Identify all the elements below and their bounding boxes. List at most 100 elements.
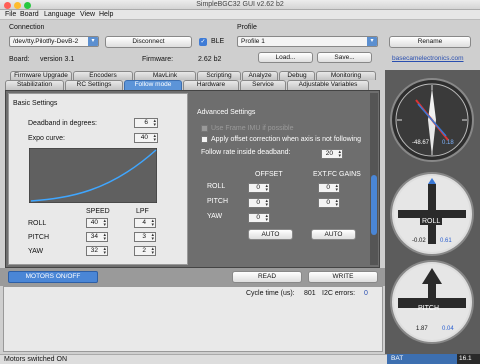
ble-checkbox[interactable]: ✓ [199, 38, 207, 46]
follow-rate-spinner[interactable]: 20 ▴ ▾ [321, 149, 343, 159]
tab-rc-settings[interactable]: RC Settings [65, 80, 123, 90]
save-button[interactable]: Save... [317, 52, 372, 63]
console-area: Cycle time (us): 801 I2C errors: 0 [3, 286, 383, 352]
menu-help[interactable]: Help [99, 11, 113, 18]
battery-label: BAT [391, 355, 404, 362]
spinner-arrows-icon[interactable]: ▴ ▾ [265, 199, 268, 208]
use-frame-imu-label: Use Frame IMU if possible [211, 125, 294, 132]
tab-analyze[interactable]: Analyze [242, 71, 278, 80]
compass-icon [395, 83, 469, 157]
roll-value: -0.02 [412, 238, 426, 244]
menu-file[interactable]: File [5, 11, 16, 18]
roll-offset-spinner[interactable]: 0 ▴ ▾ [248, 183, 270, 193]
roll-attitude-icon [394, 176, 470, 252]
website-link[interactable]: basecamelectronics.com [392, 55, 464, 62]
ble-label: BLE [211, 38, 225, 45]
port-value: /dev/tty.Pilotfly-DevB-2 [13, 38, 79, 45]
write-button[interactable]: WRITE [308, 271, 378, 283]
pitch-lpf-spinner[interactable]: 3 ▴ ▾ [134, 232, 156, 242]
read-button[interactable]: READ [232, 271, 302, 283]
spinner-arrows-icon[interactable]: ▴ ▾ [265, 214, 268, 223]
tab-firmware-upgrade[interactable]: Firmware Upgrade [10, 71, 72, 80]
menu-view[interactable]: View [80, 11, 95, 18]
follow-mode-panel: Basic Settings Deadband in degrees: 6 ▴ ▾ … [5, 90, 380, 268]
tab-hardware[interactable]: Hardware [183, 80, 239, 90]
tab-follow-mode[interactable]: Follow mode [124, 80, 182, 90]
yaw-offset-spinner[interactable]: 0 ▴ ▾ [248, 213, 270, 223]
auto-offset-button[interactable]: AUTO [248, 229, 293, 240]
profile-select[interactable]: Profile 1 ▾ [237, 36, 378, 47]
spinner-arrows-icon[interactable]: ▴ ▾ [103, 233, 106, 242]
tab-adjustable-variables[interactable]: Adjustable Variables [287, 80, 369, 90]
tab-mavlink[interactable]: MavLink [134, 71, 196, 80]
tab-stabilization[interactable]: Stabilization [5, 80, 64, 90]
deadband-spinner[interactable]: 6 ▴ ▾ [134, 118, 158, 128]
menu-bar: File Board Language View Help [0, 10, 480, 20]
battery-indicator: BAT 16.1 [387, 354, 480, 364]
yaw-value-2: 0.18 [442, 140, 454, 146]
tab-debug[interactable]: Debug [279, 71, 315, 80]
yaw-label: YAW [28, 248, 44, 255]
spinner-arrows-icon[interactable]: ▴ ▾ [338, 150, 341, 159]
scrollbar-thumb[interactable] [371, 175, 377, 235]
menu-language[interactable]: Language [44, 11, 75, 18]
top-area: Connection /dev/tty.Pilotfly-DevB-2 ▾ Di… [0, 21, 480, 69]
spinner-arrows-icon[interactable]: ▴ ▾ [265, 184, 268, 193]
port-select[interactable]: /dev/tty.Pilotfly-DevB-2 ▾ [9, 36, 99, 47]
yaw-speed-spinner[interactable]: 32 ▴ ▾ [86, 246, 108, 256]
load-button[interactable]: Load... [258, 52, 313, 63]
apply-offset-checkbox[interactable] [201, 136, 208, 143]
yaw-gauge: -48.67 0.18 [390, 78, 474, 162]
spinner-arrows-icon[interactable]: ▴ ▾ [151, 233, 154, 242]
roll-offset-value: 0 [256, 184, 260, 191]
use-frame-imu-checkbox[interactable] [201, 125, 208, 132]
panel-scrollbar[interactable] [370, 93, 378, 265]
cycle-time-value: 801 [304, 290, 316, 297]
spinner-arrows-icon[interactable]: ▴ ▾ [151, 219, 154, 228]
auto-ext-gains-button[interactable]: AUTO [311, 229, 356, 240]
apply-offset-label: Apply offset correction when axis is not… [211, 136, 362, 143]
roll-lpf-spinner[interactable]: 4 ▴ ▾ [134, 218, 156, 228]
menu-board[interactable]: Board [20, 11, 39, 18]
roll-label: ROLL [28, 220, 47, 227]
spinner-arrows-icon[interactable]: ▴ ▾ [335, 199, 338, 208]
tab-service[interactable]: Service [240, 80, 286, 90]
ext-fc-gains-header: EXT.FC GAINS [313, 171, 361, 178]
pitch-value-2: 0.04 [442, 326, 454, 332]
window-title: SimpleBGC32 GUI v2.62 b2 [196, 1, 284, 8]
rename-button[interactable]: Rename [389, 36, 471, 48]
pitch-speed-spinner[interactable]: 34 ▴ ▾ [86, 232, 108, 242]
advanced-settings-title: Advanced Settings [197, 109, 256, 116]
expo-curve-chart [29, 148, 157, 203]
profile-value: Profile 1 [241, 38, 265, 45]
yaw-value: -48.67 [412, 140, 430, 146]
spinner-arrows-icon[interactable]: ▴ ▾ [103, 219, 106, 228]
firmware-version: 2.62 b2 [198, 56, 222, 63]
action-bar: MOTORS ON/OFF READ WRITE [0, 268, 385, 286]
pitch-offset-spinner[interactable]: 0 ▴ ▾ [248, 198, 270, 208]
i2c-errors-label: I2C errors: [322, 290, 356, 297]
pitch-ext-spinner[interactable]: 0 ▴ ▾ [318, 198, 340, 208]
adv-pitch-label: PITCH [207, 198, 228, 205]
yaw-lpf-spinner[interactable]: 2 ▴ ▾ [134, 246, 156, 256]
roll-speed-spinner[interactable]: 40 ▴ ▾ [86, 218, 108, 228]
tab-scripting[interactable]: Scripting [197, 71, 241, 80]
motors-on-off-button[interactable]: MOTORS ON/OFF [8, 271, 98, 283]
spinner-arrows-icon[interactable]: ▴ ▾ [153, 134, 156, 143]
spinner-arrows-icon[interactable]: ▴ ▾ [153, 119, 156, 128]
cycle-time-label: Cycle time (us): [246, 290, 295, 297]
roll-ext-spinner[interactable]: 0 ▴ ▾ [318, 183, 340, 193]
chevron-down-icon: ▾ [367, 37, 377, 46]
speed-header: SPEED [86, 208, 110, 215]
i2c-errors-value: 0 [364, 290, 368, 297]
spinner-arrows-icon[interactable]: ▴ ▾ [103, 247, 106, 256]
spinner-arrows-icon[interactable]: ▴ ▾ [335, 184, 338, 193]
disconnect-button[interactable]: Disconnect [105, 36, 192, 48]
follow-rate-label: Follow rate inside deadband: [201, 149, 291, 156]
roll-speed-value: 40 [90, 219, 98, 226]
spinner-arrows-icon[interactable]: ▴ ▾ [151, 247, 154, 256]
tab-monitoring[interactable]: Monitoring [316, 71, 376, 80]
expo-spinner[interactable]: 40 ▴ ▾ [134, 133, 158, 143]
roll-gauge-label: ROLL [420, 218, 443, 225]
tab-encoders[interactable]: Encoders [73, 71, 133, 80]
